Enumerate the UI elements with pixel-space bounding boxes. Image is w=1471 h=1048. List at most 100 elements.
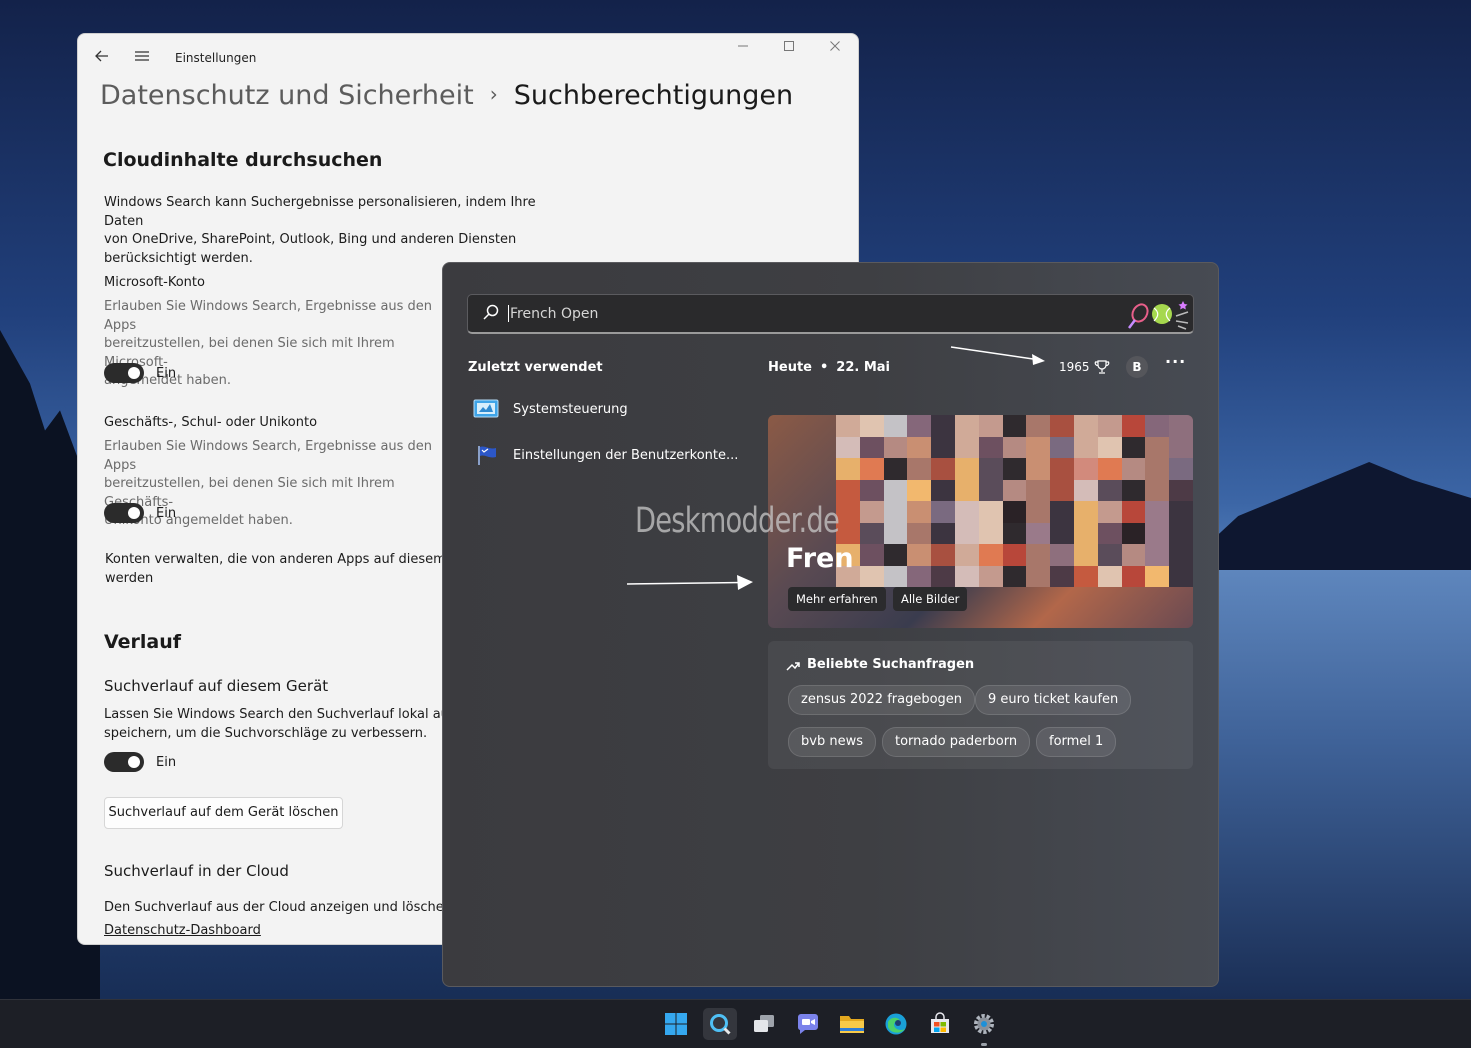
store-icon[interactable] xyxy=(923,1008,957,1040)
mosaic-cell xyxy=(1097,436,1122,458)
close-button[interactable] xyxy=(820,40,850,60)
mosaic-cell xyxy=(978,522,1003,544)
mosaic-cell xyxy=(1169,458,1193,480)
device-history-toggle[interactable] xyxy=(104,752,144,772)
mosaic-cell xyxy=(1073,479,1098,501)
more-options-icon[interactable]: ··· xyxy=(1165,352,1186,371)
mosaic-cell xyxy=(907,436,932,458)
mosaic-cell xyxy=(1050,522,1074,544)
separator-dot: • xyxy=(819,360,829,375)
mosaic-cell xyxy=(1169,565,1193,587)
mosaic-cell xyxy=(1002,522,1027,544)
cloud-section-heading: Cloudinhalte durchsuchen xyxy=(103,149,383,171)
manage-accounts-link[interactable]: Konten verwalten, die von anderen Apps a… xyxy=(105,551,450,588)
minimize-button[interactable] xyxy=(728,40,758,60)
mosaic-cell xyxy=(1169,479,1193,501)
pixelated-image xyxy=(836,415,1193,587)
mosaic-cell xyxy=(1026,415,1051,437)
popular-query-chip[interactable]: bvb news xyxy=(788,727,876,757)
recent-item-label: Einstellungen der Benutzerkonte... xyxy=(513,447,739,463)
mosaic-cell xyxy=(883,544,908,566)
recent-item-control-panel[interactable]: Systemsteuerung xyxy=(473,394,628,424)
hamburger-menu-icon[interactable] xyxy=(134,48,156,68)
mosaic-cell xyxy=(836,479,860,501)
mosaic-cell xyxy=(859,436,884,458)
description-line: Erlauben Sie Windows Search, Ergebnisse … xyxy=(104,439,433,473)
mosaic-cell xyxy=(1121,522,1146,544)
mosaic-cell xyxy=(1002,415,1027,437)
mosaic-cell xyxy=(954,522,979,544)
page-title: Suchberechtigungen xyxy=(513,80,794,111)
description-line: Lassen Sie Windows Search den Suchverlau… xyxy=(104,707,449,722)
rewards-points-value: 1965 xyxy=(1059,360,1090,374)
mosaic-cell xyxy=(907,479,932,501)
clear-history-button[interactable]: Suchverlauf auf dem Gerät löschen xyxy=(104,797,343,829)
mosaic-cell xyxy=(859,458,884,480)
search-icon[interactable] xyxy=(703,1008,737,1040)
mosaic-cell xyxy=(1073,544,1098,566)
mosaic-cell xyxy=(1002,565,1027,587)
mosaic-cell xyxy=(907,565,932,587)
settings-icon[interactable] xyxy=(967,1008,1001,1040)
learn-more-button[interactable]: Mehr erfahren xyxy=(788,587,886,611)
annotation-arrow-hero xyxy=(626,575,753,590)
microsoft-account-toggle-label: Ein xyxy=(156,366,177,381)
mosaic-cell xyxy=(1145,479,1170,501)
file-explorer-icon[interactable] xyxy=(835,1008,869,1040)
device-history-toggle-label: Ein xyxy=(156,755,177,770)
work-account-toggle[interactable] xyxy=(104,503,144,523)
tennis-doodle-icon[interactable] xyxy=(1122,298,1192,330)
avatar[interactable]: B xyxy=(1126,356,1148,378)
mosaic-cell xyxy=(1050,565,1074,587)
wallpaper-hill xyxy=(1180,462,1471,570)
chat-icon[interactable] xyxy=(791,1008,825,1040)
maximize-button[interactable] xyxy=(774,40,804,60)
manage-accounts-line: Konten verwalten, die von anderen Apps a… xyxy=(105,552,450,567)
microsoft-account-title: Microsoft-Konto xyxy=(104,275,205,290)
edge-icon[interactable] xyxy=(879,1008,913,1040)
task-view-icon[interactable] xyxy=(747,1008,781,1040)
today-label: Heute xyxy=(768,360,812,375)
mosaic-cell xyxy=(1145,458,1170,480)
mosaic-cell xyxy=(1050,544,1074,566)
mosaic-cell xyxy=(978,565,1003,587)
mosaic-cell xyxy=(859,479,884,501)
mosaic-cell xyxy=(883,479,908,501)
search-input[interactable] xyxy=(508,303,1072,325)
mosaic-cell xyxy=(1073,522,1098,544)
popular-query-chip[interactable]: zensus 2022 fragebogen xyxy=(788,685,976,715)
recent-item-user-accounts[interactable]: Einstellungen der Benutzerkonte... xyxy=(473,440,738,470)
mosaic-cell xyxy=(883,501,908,523)
mosaic-cell xyxy=(931,565,955,587)
all-images-button[interactable]: Alle Bilder xyxy=(893,587,968,611)
mosaic-cell xyxy=(1097,458,1122,480)
mosaic-cell xyxy=(1169,415,1193,437)
mosaic-cell xyxy=(1121,479,1146,501)
trophy-icon xyxy=(1094,360,1109,374)
recent-item-label: Systemsteuerung xyxy=(513,401,628,417)
rewards-points[interactable]: 1965 xyxy=(1059,359,1110,375)
start-icon[interactable] xyxy=(659,1008,693,1040)
mosaic-cell xyxy=(883,415,908,437)
breadcrumb-parent[interactable]: Datenschutz und Sicherheit xyxy=(100,80,474,111)
control-panel-icon xyxy=(473,399,499,418)
mosaic-cell xyxy=(931,415,955,437)
privacy-dashboard-link[interactable]: Datenschutz-Dashboard xyxy=(104,923,261,938)
popular-query-chip[interactable]: 9 euro ticket kaufen xyxy=(975,685,1132,715)
popular-query-chip[interactable]: tornado paderborn xyxy=(882,727,1031,757)
mosaic-cell xyxy=(1121,501,1146,523)
mosaic-cell xyxy=(1073,436,1098,458)
popular-query-chip[interactable]: formel 1 xyxy=(1036,727,1117,757)
search-box[interactable] xyxy=(467,294,1194,334)
mosaic-cell xyxy=(883,458,908,480)
microsoft-account-toggle[interactable] xyxy=(104,363,144,383)
mosaic-cell xyxy=(1121,565,1146,587)
mosaic-cell xyxy=(836,415,860,437)
hero-title: Fren xyxy=(786,543,854,574)
running-indicator xyxy=(981,1043,987,1046)
back-icon[interactable] xyxy=(94,48,116,68)
description-line: speichern, um die Suchvorschläge zu verb… xyxy=(104,725,428,741)
mosaic-cell xyxy=(1097,415,1122,437)
mosaic-cell xyxy=(1169,436,1193,458)
today-date: 22. Mai xyxy=(836,360,891,375)
